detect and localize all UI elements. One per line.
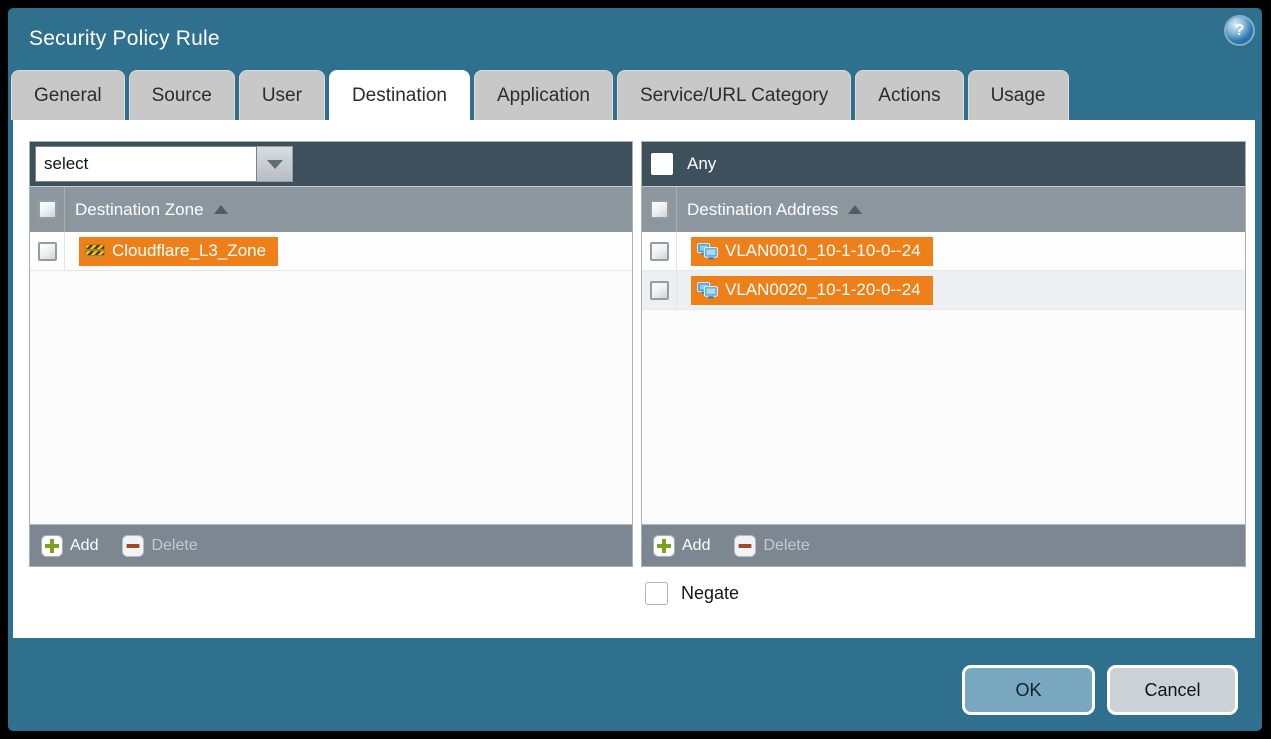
address-select-all-checkbox[interactable]: [650, 200, 669, 219]
destination-address-panel: Any Destination Address VLAN0010_10-1-10…: [641, 141, 1246, 567]
tab-usage[interactable]: Usage: [968, 70, 1069, 120]
address-column-header: Destination Address: [642, 186, 1245, 232]
address-panel-footer: Add Delete: [642, 524, 1245, 566]
any-checkbox[interactable]: [651, 153, 673, 175]
destination-zone-panel: Destination Zone Cloudflare_L3_Zone: [29, 141, 633, 567]
zone-add-button[interactable]: Add: [41, 535, 98, 557]
plus-icon: [41, 535, 63, 557]
minus-icon: [122, 535, 144, 557]
row-label: VLAN0010_10-1-10-0--24: [725, 241, 921, 261]
sort-asc-icon: [848, 205, 862, 214]
zone-select-all-checkbox[interactable]: [38, 200, 57, 219]
row-label: VLAN0020_10-1-20-0--24: [725, 280, 921, 300]
zone-panel-header: [30, 142, 632, 186]
address-panel-header: Any: [642, 142, 1245, 186]
dialog-button-bar: OK Cancel: [962, 665, 1238, 715]
tab-general[interactable]: General: [11, 70, 125, 120]
chevron-down-icon: [267, 160, 283, 169]
row-checkbox[interactable]: [650, 281, 669, 300]
zone-select-input[interactable]: [35, 146, 257, 182]
cancel-button[interactable]: Cancel: [1107, 665, 1238, 715]
address-rows: VLAN0010_10-1-10-0--24 VLAN0020_10-1-20-…: [642, 232, 1245, 524]
sort-asc-icon: [214, 205, 228, 214]
table-row[interactable]: VLAN0010_10-1-10-0--24: [642, 232, 1245, 271]
plus-icon: [653, 535, 675, 557]
address-icon: [697, 243, 718, 260]
dialog-title: Security Policy Rule: [8, 27, 220, 51]
address-sort-header[interactable]: Destination Address: [677, 187, 862, 232]
zone-rows: Cloudflare_L3_Zone: [30, 232, 632, 524]
row-checkbox[interactable]: [38, 242, 57, 261]
row-chip[interactable]: VLAN0010_10-1-10-0--24: [691, 237, 933, 266]
row-checkbox[interactable]: [650, 242, 669, 261]
row-label: Cloudflare_L3_Zone: [112, 241, 266, 261]
tab-source[interactable]: Source: [129, 70, 235, 120]
ok-button[interactable]: OK: [962, 665, 1095, 715]
any-label: Any: [687, 154, 716, 174]
tab-user[interactable]: User: [239, 70, 325, 120]
help-icon[interactable]: ?: [1226, 17, 1253, 44]
zone-panel-footer: Add Delete: [30, 524, 632, 566]
address-icon: [697, 282, 718, 299]
tab-strip: GeneralSourceUserDestinationApplicationS…: [8, 69, 1262, 120]
tab-application[interactable]: Application: [474, 70, 613, 120]
negate-checkbox[interactable]: [645, 582, 668, 605]
zone-delete-button[interactable]: Delete: [122, 535, 197, 557]
tab-content: Destination Zone Cloudflare_L3_Zone: [13, 120, 1255, 638]
zone-column-header: Destination Zone: [30, 186, 632, 232]
zone-sort-header[interactable]: Destination Zone: [65, 187, 228, 232]
zone-icon: [85, 243, 105, 259]
tab-service-url-category[interactable]: Service/URL Category: [617, 70, 851, 120]
zone-select-dropdown-button[interactable]: [257, 146, 293, 182]
negate-label: Negate: [681, 583, 739, 604]
address-delete-button[interactable]: Delete: [734, 535, 809, 557]
row-chip[interactable]: Cloudflare_L3_Zone: [79, 237, 278, 266]
table-row[interactable]: VLAN0020_10-1-20-0--24: [642, 271, 1245, 310]
tab-destination[interactable]: Destination: [329, 70, 470, 120]
address-add-button[interactable]: Add: [653, 535, 710, 557]
minus-icon: [734, 535, 756, 557]
negate-row: Negate: [645, 582, 739, 605]
security-policy-rule-dialog: Security Policy Rule ? GeneralSourceUser…: [8, 8, 1262, 731]
row-chip[interactable]: VLAN0020_10-1-20-0--24: [691, 276, 933, 305]
title-bar: Security Policy Rule ?: [8, 8, 1262, 69]
table-row[interactable]: Cloudflare_L3_Zone: [30, 232, 632, 271]
tab-actions[interactable]: Actions: [855, 70, 963, 120]
